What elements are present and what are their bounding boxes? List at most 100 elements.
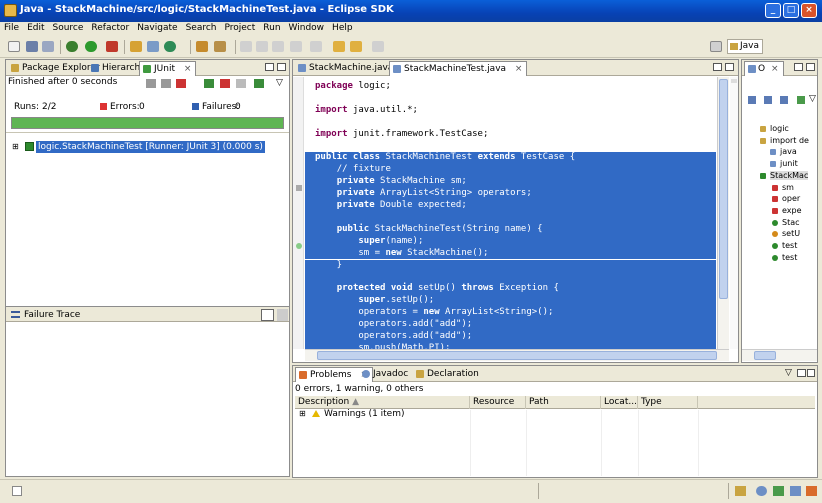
filter-stack-icon[interactable] — [261, 309, 274, 321]
outline-item[interactable]: StackMac — [746, 170, 809, 180]
back-icon[interactable] — [333, 41, 345, 52]
maximize-editor-icon[interactable] — [725, 63, 734, 71]
col-location[interactable]: Locat... — [601, 396, 638, 409]
fast-view-icon[interactable] — [12, 486, 22, 496]
print-icon[interactable] — [42, 41, 54, 52]
maximize-outline-icon[interactable] — [806, 63, 815, 71]
menu-help[interactable]: Help — [328, 22, 357, 34]
code-line[interactable]: private Double expected; — [305, 200, 716, 212]
maximize-problems-icon[interactable] — [807, 369, 815, 377]
col-description[interactable]: Description ▲ — [295, 396, 470, 409]
outline-item[interactable]: junit — [746, 159, 798, 168]
col-path[interactable]: Path — [526, 396, 601, 409]
hide-static-icon[interactable] — [780, 96, 788, 104]
code-line[interactable]: import junit.framework.TestCase; — [305, 129, 716, 141]
outline-view-menu-icon[interactable]: ▽ — [809, 94, 816, 104]
code-line[interactable]: // fixture — [305, 164, 716, 177]
minimize-outline-icon[interactable] — [794, 63, 803, 71]
fast-view-bar-icon-5[interactable] — [806, 486, 817, 496]
hide-fields-icon[interactable] — [764, 96, 772, 104]
tab-close-icon[interactable]: × — [771, 64, 779, 74]
fast-view-bar-icon-2[interactable] — [756, 486, 767, 496]
new-class-icon[interactable] — [164, 41, 176, 52]
outline-item[interactable]: oper — [746, 194, 800, 203]
outline-hscroll-thumb[interactable] — [754, 351, 776, 360]
code-line[interactable]: import java.util.*; — [305, 105, 716, 117]
tab-outline[interactable]: O × — [744, 61, 784, 76]
code-line[interactable]: super.setUp(); — [305, 295, 716, 308]
open-type-icon[interactable] — [196, 41, 208, 52]
outline-item[interactable]: setU — [746, 229, 800, 238]
prev-annotation-icon[interactable] — [310, 41, 322, 52]
view-menu-icon[interactable]: ▽ — [276, 78, 283, 88]
history-icon[interactable] — [236, 79, 246, 88]
test-suite-item[interactable]: logic.StackMachineTest [Runner: JUnit 3]… — [36, 141, 265, 153]
search-icon[interactable] — [214, 41, 226, 52]
menu-edit[interactable]: Edit — [23, 22, 48, 34]
minimize-view-icon[interactable] — [265, 63, 274, 71]
code-line[interactable]: private StackMachine sm; — [305, 176, 716, 189]
code-line[interactable]: public class StackMachineTest extends Te… — [305, 152, 716, 165]
code-line[interactable] — [305, 211, 716, 224]
outline-item[interactable]: import de — [746, 136, 809, 145]
maximize-view-icon[interactable] — [277, 63, 286, 71]
code-line[interactable]: } — [305, 259, 716, 272]
code-line[interactable] — [305, 93, 716, 105]
compare-icon[interactable] — [277, 309, 288, 321]
minimize-editor-icon[interactable] — [713, 63, 722, 71]
minimize-problems-icon[interactable] — [797, 369, 806, 377]
editor-vscrollbar[interactable] — [717, 77, 729, 349]
menu-file[interactable]: File — [0, 22, 23, 34]
problems-view-menu-icon[interactable]: ▽ — [785, 368, 792, 378]
fast-view-bar-icon-3[interactable] — [773, 486, 784, 496]
forward-icon[interactable] — [350, 41, 362, 52]
toggle-block-icon[interactable] — [256, 41, 268, 52]
stop-icon[interactable] — [220, 79, 230, 88]
code-line[interactable]: operators.add("add"); — [305, 319, 716, 331]
open-perspective-icon[interactable] — [710, 41, 722, 52]
editor-vscroll-thumb[interactable] — [719, 79, 728, 299]
outline-item[interactable]: expe — [746, 206, 802, 215]
warnings-row[interactable]: Warnings (1 item) — [324, 409, 405, 419]
save-icon[interactable] — [26, 41, 38, 52]
outline-item[interactable]: test — [746, 253, 797, 262]
new-java-project-icon[interactable] — [130, 41, 142, 52]
rerun-icon[interactable] — [204, 79, 214, 88]
code-line[interactable]: operators = new ArrayList<String>(); — [305, 307, 716, 319]
editor-hscrollbar[interactable] — [305, 349, 729, 361]
menu-refactor[interactable]: Refactor — [87, 22, 133, 34]
tab-close-icon[interactable]: × — [515, 64, 523, 74]
menu-source[interactable]: Source — [49, 22, 88, 34]
next-annotation-icon[interactable] — [290, 41, 302, 52]
code-line[interactable] — [305, 271, 716, 284]
tab-declaration[interactable]: Declaration — [413, 367, 483, 382]
new-icon[interactable] — [8, 41, 20, 52]
menu-search[interactable]: Search — [182, 22, 221, 34]
tree-expand-icon[interactable]: ⊞ — [12, 142, 19, 151]
code-line[interactable] — [305, 141, 716, 153]
col-type[interactable]: Type — [638, 396, 698, 409]
tab-close-icon[interactable]: × — [184, 64, 192, 74]
outline-hscrollbar[interactable] — [742, 349, 817, 361]
warnings-expand-icon[interactable]: ⊞ — [299, 409, 306, 418]
code-line[interactable]: package logic; — [305, 81, 716, 93]
tab-javadoc[interactable]: Javadoc — [359, 367, 412, 382]
menu-window[interactable]: Window — [285, 22, 329, 34]
prev-failure-icon[interactable] — [161, 79, 171, 88]
tab-stackmachinetest-java[interactable]: StackMachineTest.java × — [389, 61, 528, 76]
external-tools-icon[interactable] — [106, 41, 118, 52]
outline-item[interactable]: test — [746, 241, 797, 250]
code-line[interactable] — [305, 117, 716, 129]
new-package-icon[interactable] — [147, 41, 159, 52]
outline-item[interactable]: sm — [746, 183, 794, 192]
outline-item[interactable]: logic — [746, 124, 789, 133]
close-button[interactable]: × — [801, 3, 817, 18]
show-whitespace-icon[interactable] — [272, 41, 284, 52]
sort-icon[interactable] — [748, 96, 756, 104]
code-line[interactable]: sm = new StackMachine(); — [305, 247, 716, 260]
run-icon[interactable] — [85, 41, 97, 52]
tab-stackmachine-java[interactable]: StackMachine.java — [295, 61, 397, 76]
code-line[interactable]: protected void setUp() throws Exception … — [305, 283, 716, 296]
hide-nonpublic-icon[interactable] — [797, 96, 805, 104]
code-line[interactable]: operators.add("add"); — [305, 330, 716, 343]
